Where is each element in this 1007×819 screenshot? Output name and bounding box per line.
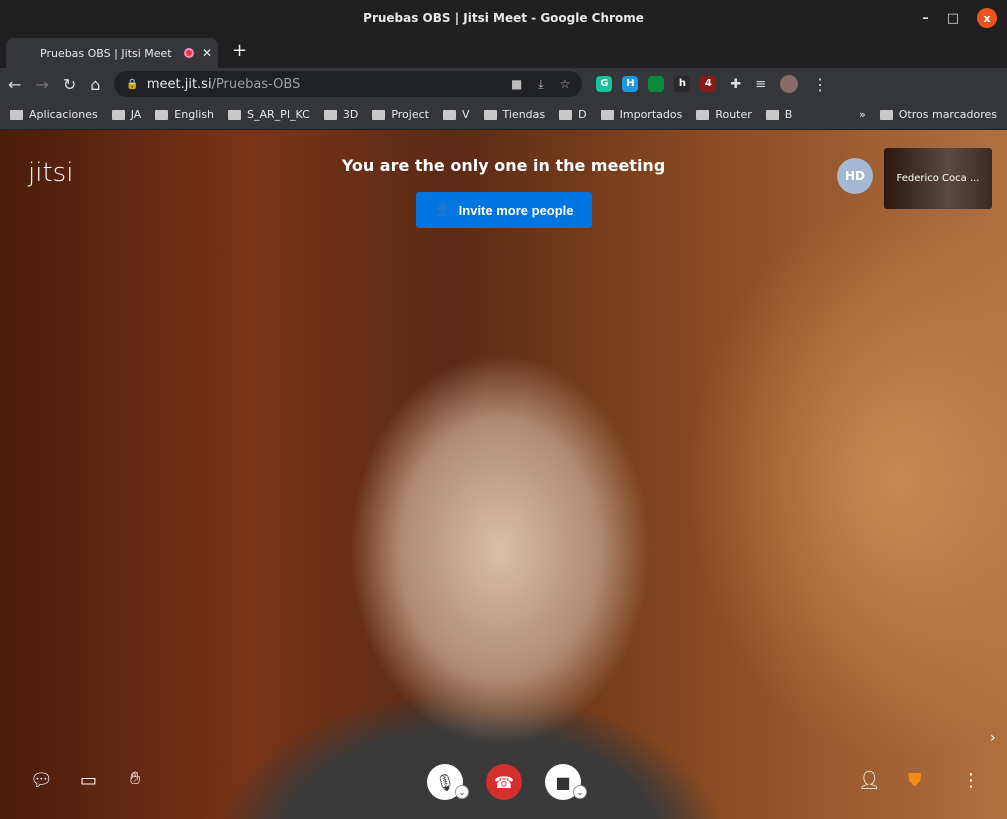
- bookmark-label: Router: [715, 108, 752, 121]
- back-icon[interactable]: ←: [8, 75, 21, 94]
- security-shield-icon[interactable]: ⛊: [908, 770, 922, 791]
- bookmark-label: English: [174, 108, 215, 121]
- camera-options-chevron-icon[interactable]: ⌄: [573, 785, 587, 799]
- extension-icon[interactable]: h: [674, 76, 691, 92]
- screenshare-icon[interactable]: ▭: [80, 770, 97, 791]
- invite-button[interactable]: 👤 Invite more people: [416, 192, 592, 228]
- address-bar[interactable]: 🔒 meet.jit.si/Pruebas-OBS ■ ⤓ ☆: [114, 71, 583, 97]
- folder-icon: [765, 109, 779, 120]
- bookmark-label: D: [578, 108, 587, 121]
- add-person-icon: 👤: [434, 202, 451, 217]
- folder-icon: [10, 109, 23, 120]
- minimize-button[interactable]: –: [922, 11, 929, 26]
- bookmark-label: B: [784, 108, 793, 121]
- close-window-button[interactable]: x: [977, 8, 997, 28]
- other-bookmarks[interactable]: Otros marcadores: [879, 108, 997, 121]
- extensions-puzzle-icon[interactable]: ✚: [730, 77, 741, 92]
- bookmark-label: Project: [391, 108, 429, 121]
- tab-title: Pruebas OBS | Jitsi Meet: [40, 46, 172, 60]
- new-tab-button[interactable]: +: [232, 40, 247, 61]
- url-host: meet.jit.si: [146, 76, 212, 92]
- tab-jitsi[interactable]: Pruebas OBS | Jitsi Meet ✕: [6, 38, 218, 68]
- folder-icon: [696, 109, 710, 120]
- home-icon[interactable]: ⌂: [90, 75, 100, 94]
- avatar[interactable]: HD: [837, 158, 873, 194]
- menu-icon[interactable]: ⋮: [812, 75, 828, 94]
- bookmark-label: JA: [130, 108, 142, 121]
- bookmark-item[interactable]: Project: [372, 108, 429, 121]
- star-icon[interactable]: ☆: [560, 77, 571, 92]
- hangup-button[interactable]: ☎︎: [486, 764, 522, 800]
- bookmark-item[interactable]: Router: [696, 108, 752, 121]
- extension-icon[interactable]: H: [622, 76, 639, 92]
- bookmark-item[interactable]: 3D: [323, 108, 359, 121]
- window-title: Pruebas OBS | Jitsi Meet - Google Chrome: [363, 11, 644, 25]
- invite-label: Invite more people: [458, 202, 574, 218]
- bookmark-item[interactable]: English: [155, 108, 214, 121]
- thumbnail-name: Federico Coca ...: [896, 173, 980, 184]
- bookmark-label: V: [461, 108, 470, 121]
- folder-icon: [111, 109, 125, 120]
- mic-options-chevron-icon[interactable]: ⌄: [455, 785, 469, 799]
- camera-icon[interactable]: ■: [511, 77, 522, 92]
- bookmark-item[interactable]: Aplicaciones: [10, 108, 98, 121]
- chat-icon[interactable]: 💬︎: [30, 770, 53, 791]
- close-tab-icon[interactable]: ✕: [202, 46, 212, 60]
- bookmark-item[interactable]: Tiendas: [483, 108, 546, 121]
- bookmark-label: Importados: [619, 108, 683, 121]
- chevron-right-icon[interactable]: ›: [990, 730, 996, 746]
- lock-icon: 🔒: [126, 78, 139, 90]
- bookmarks-bar: Aplicaciones JA English S_AR_PI_KC 3D Project…: [0, 100, 1007, 130]
- bookmark-item[interactable]: S_AR_PI_KC: [228, 108, 310, 121]
- extension-icon[interactable]: 4: [700, 76, 717, 92]
- folder-icon: [483, 109, 497, 120]
- extension-icon[interactable]: G: [596, 76, 613, 92]
- folder-icon: [372, 109, 386, 120]
- bookmark-label: S_AR_PI_KC: [247, 108, 310, 121]
- folder-icon: [559, 109, 573, 120]
- raise-hand-icon[interactable]: ✋︎: [130, 768, 140, 789]
- recording-icon: [184, 48, 194, 58]
- bookmark-item[interactable]: Importados: [600, 108, 683, 121]
- folder-icon: [879, 109, 893, 120]
- video-stage: jitsi You are the only one in the meetin…: [0, 130, 1007, 819]
- participants-icon[interactable]: 👤︎: [858, 770, 881, 791]
- install-icon[interactable]: ⤓: [538, 77, 543, 92]
- profile-avatar[interactable]: [780, 75, 799, 93]
- extension-icon[interactable]: [648, 76, 665, 92]
- reload-icon[interactable]: ↻: [63, 75, 76, 94]
- bookmark-item[interactable]: V: [442, 108, 470, 121]
- more-bookmarks-icon[interactable]: »: [859, 108, 866, 121]
- folder-icon: [442, 109, 456, 120]
- bookmark-item[interactable]: B: [765, 108, 793, 121]
- bookmark-label: Tiendas: [502, 108, 546, 121]
- media-icon[interactable]: ≡: [755, 77, 766, 92]
- bookmark-label: Aplicaciones: [29, 108, 98, 121]
- folder-icon: [600, 109, 614, 120]
- folder-icon: [155, 109, 169, 120]
- participant-thumbnail[interactable]: Federico Coca ...: [884, 148, 992, 209]
- bookmark-label: 3D: [342, 108, 359, 121]
- folder-icon: [228, 109, 242, 120]
- url-path: /Pruebas-OBS: [211, 76, 301, 92]
- bookmark-item[interactable]: D: [559, 108, 587, 121]
- maximize-button[interactable]: □: [947, 11, 959, 26]
- bookmark-item[interactable]: JA: [111, 108, 142, 121]
- more-options-icon[interactable]: ⋮: [962, 770, 980, 791]
- bookmark-label: Otros marcadores: [898, 108, 997, 121]
- window-titlebar: Pruebas OBS | Jitsi Meet - Google Chrome…: [0, 0, 1007, 36]
- forward-icon[interactable]: →: [35, 75, 48, 94]
- folder-icon: [323, 109, 337, 120]
